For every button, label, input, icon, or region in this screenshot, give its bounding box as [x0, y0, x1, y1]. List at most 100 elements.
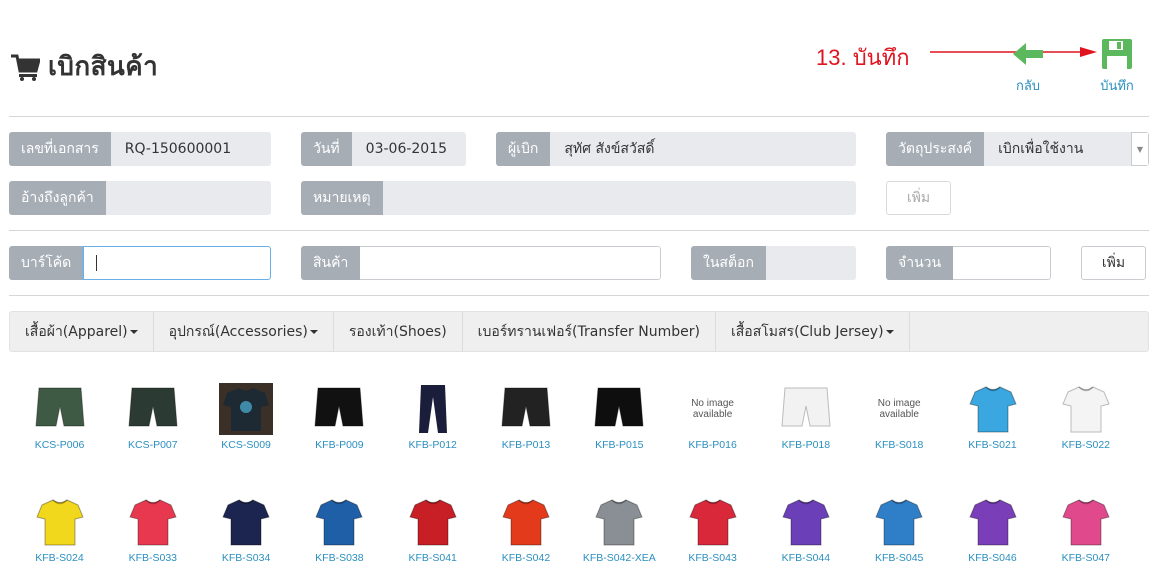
product-item[interactable]: KFB-S045: [853, 494, 946, 564]
product-code[interactable]: KFB-S022: [1039, 439, 1132, 451]
product-code[interactable]: KFB-S041: [386, 552, 479, 564]
product-code[interactable]: KFB-S033: [106, 552, 199, 564]
product-code[interactable]: KFB-S042-XEA: [573, 552, 666, 564]
product-code[interactable]: KFB-S038: [293, 552, 386, 564]
product-thumbnail[interactable]: [871, 494, 927, 550]
product-thumbnail[interactable]: [32, 494, 88, 550]
product-item[interactable]: KFB-P012: [386, 381, 479, 451]
product-code[interactable]: KCS-P007: [106, 439, 199, 451]
product-item[interactable]: KFB-S042: [480, 494, 573, 564]
product-code[interactable]: KFB-S021: [946, 439, 1039, 451]
product-thumbnail[interactable]: [1058, 494, 1114, 550]
divider: [9, 116, 1149, 117]
product-thumbnail[interactable]: [965, 494, 1021, 550]
category-tab[interactable]: เสื้อสโมสร(Club Jersey): [716, 312, 910, 351]
product-thumbnail[interactable]: [311, 494, 367, 550]
product-thumbnail[interactable]: [778, 494, 834, 550]
product-item[interactable]: KFB-P015: [573, 381, 666, 451]
product-item[interactable]: KFB-S042-XEA: [573, 494, 666, 564]
customer-ref-field[interactable]: [105, 181, 271, 215]
product-item[interactable]: No image available KFB-S018: [853, 381, 946, 451]
back-button[interactable]: กลับ: [998, 38, 1058, 96]
no-image-text: No image: [691, 398, 734, 409]
product-thumbnail[interactable]: [218, 381, 274, 437]
product-thumbnail[interactable]: [311, 381, 367, 437]
product-item[interactable]: No image available KFB-P016: [666, 381, 759, 451]
requester-field[interactable]: สุทัศ สังข์สวัสดิ์: [550, 132, 856, 166]
note-field[interactable]: [382, 181, 856, 215]
product-code[interactable]: KFB-P012: [386, 439, 479, 451]
product-item[interactable]: KFB-S022: [1039, 381, 1132, 451]
product-code[interactable]: KFB-S034: [200, 552, 293, 564]
product-thumbnail[interactable]: [685, 494, 741, 550]
product-code[interactable]: KFB-S047: [1039, 552, 1132, 564]
product-code[interactable]: KFB-S024: [13, 552, 106, 564]
product-thumbnail[interactable]: [125, 494, 181, 550]
barcode-label: บาร์โค้ด: [9, 246, 84, 280]
product-item[interactable]: KCS-P006: [13, 381, 106, 451]
product-item[interactable]: KCS-S009: [200, 381, 293, 451]
category-tab[interactable]: เสื้อผ้า(Apparel): [10, 312, 154, 351]
date-field[interactable]: 03-06-2015: [351, 132, 466, 166]
product-item[interactable]: KFB-S038: [293, 494, 386, 564]
product-thumbnail[interactable]: [498, 494, 554, 550]
product-thumbnail[interactable]: [965, 381, 1021, 437]
product-code[interactable]: KCS-S009: [200, 439, 293, 451]
save-button[interactable]: บันทึก: [1087, 38, 1147, 96]
product-item[interactable]: KFB-S033: [106, 494, 199, 564]
product-code[interactable]: KFB-P018: [759, 439, 852, 451]
product-code[interactable]: KFB-S042: [480, 552, 573, 564]
product-item[interactable]: KFB-S046: [946, 494, 1039, 564]
product-thumbnail[interactable]: [591, 494, 647, 550]
product-thumbnail[interactable]: [498, 381, 554, 437]
doc-no-field[interactable]: RQ-150600001: [110, 132, 271, 166]
product-item[interactable]: KFB-S044: [759, 494, 852, 564]
product-code[interactable]: KFB-P016: [666, 439, 759, 451]
product-item[interactable]: KFB-S034: [200, 494, 293, 564]
product-code[interactable]: KFB-S018: [853, 439, 946, 451]
add-item-button[interactable]: เพิ่ม: [1081, 246, 1146, 280]
product-item[interactable]: KFB-S047: [1039, 494, 1132, 564]
product-item[interactable]: KCS-P007: [106, 381, 199, 451]
product-thumbnail[interactable]: No image available: [685, 381, 741, 437]
product-image: [315, 499, 364, 546]
product-item[interactable]: KFB-S043: [666, 494, 759, 564]
purpose-select[interactable]: เบิกเพื่อใช้งาน: [984, 132, 1131, 166]
barcode-input[interactable]: [83, 246, 271, 280]
cart-icon: [11, 54, 40, 81]
product-input[interactable]: [360, 246, 661, 280]
product-thumbnail[interactable]: [32, 381, 88, 437]
product-code[interactable]: KFB-P009: [293, 439, 386, 451]
select-arrow-icon[interactable]: ▼: [1131, 132, 1149, 166]
product-thumbnail[interactable]: [405, 381, 461, 437]
arrow-left-icon: [1013, 43, 1043, 65]
category-tab[interactable]: รองเท้า(Shoes): [334, 312, 463, 351]
product-thumbnail[interactable]: [218, 494, 274, 550]
product-thumbnail[interactable]: [1058, 381, 1114, 437]
product-thumbnail[interactable]: [405, 494, 461, 550]
product-code[interactable]: KCS-P006: [13, 439, 106, 451]
product-item[interactable]: KFB-S024: [13, 494, 106, 564]
category-tab[interactable]: เบอร์ทรานเฟอร์(Transfer Number): [463, 312, 716, 351]
product-thumbnail[interactable]: No image available: [871, 381, 927, 437]
product-code[interactable]: KFB-S044: [759, 552, 852, 564]
add-customer-button[interactable]: เพิ่ม: [886, 181, 951, 215]
product-code[interactable]: KFB-S043: [666, 552, 759, 564]
product-code[interactable]: KFB-S045: [853, 552, 946, 564]
category-tab[interactable]: อุปกรณ์(Accessories): [154, 312, 334, 351]
product-code[interactable]: KFB-P015: [573, 439, 666, 451]
product-thumbnail[interactable]: [778, 381, 834, 437]
product-image: [34, 387, 85, 427]
product-item[interactable]: KFB-S021: [946, 381, 1039, 451]
product-item[interactable]: KFB-P013: [480, 381, 573, 451]
product-thumbnail[interactable]: [125, 381, 181, 437]
product-item[interactable]: KFB-P018: [759, 381, 852, 451]
product-item[interactable]: KFB-S041: [386, 494, 479, 564]
product-item[interactable]: KFB-P009: [293, 381, 386, 451]
quantity-input[interactable]: [953, 246, 1051, 280]
product-code[interactable]: KFB-S046: [946, 552, 1039, 564]
product-image: [314, 387, 364, 427]
product-thumbnail[interactable]: [591, 381, 647, 437]
product-code[interactable]: KFB-P013: [480, 439, 573, 451]
date-label: วันที่: [301, 132, 352, 166]
